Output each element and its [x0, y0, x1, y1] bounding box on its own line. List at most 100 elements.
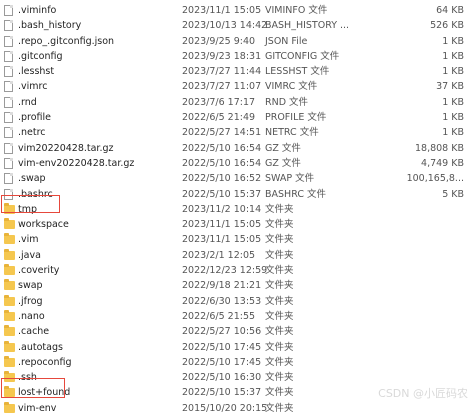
file-name: workspace [18, 219, 69, 231]
folder-row[interactable]: workspace 2023/11/1 15:05 文件夹 [0, 217, 474, 232]
file-row[interactable]: .vimrc 2023/7/27 11:07 VIMRC 文件 37 KB [0, 79, 474, 94]
file-type: VIMRC 文件 [265, 81, 318, 93]
folder-icon [4, 218, 15, 230]
file-name: .gitconfig [18, 50, 63, 62]
file-icon [4, 35, 13, 47]
folder-row[interactable]: .ssh 2022/5/10 16:30 文件夹 [0, 370, 474, 385]
folder-icon [4, 248, 15, 260]
file-size: 1 KB [442, 96, 464, 108]
folder-row[interactable]: vim-env 2015/10/20 20:15 文件夹 [0, 401, 474, 416]
date-modified: 2023/11/2 10:14 [182, 203, 262, 215]
date-modified: 2023/11/1 15:05 [182, 5, 262, 16]
file-list: .viminfo 2023/11/1 15:05 VIMINFO 文件 64 KB .b… [0, 3, 474, 416]
file-type: 文件夹 [265, 402, 294, 414]
file-name: .autotags [18, 341, 63, 353]
file-icon [4, 112, 13, 124]
date-modified: 2022/5/27 10:56 [182, 326, 262, 338]
file-name: .repo_.gitconfig.json [18, 35, 115, 47]
file-size: 1 KB [442, 127, 464, 139]
highlight-vim-env-folder [1, 378, 65, 398]
file-row[interactable]: .profile 2022/6/5 21:49 PROFILE 文件 1 KB [0, 110, 474, 125]
file-size: 1 KB [442, 112, 464, 124]
file-icon [4, 50, 13, 62]
date-modified: 2022/5/10 17:45 [182, 341, 262, 353]
date-modified: 2023/7/27 11:44 [182, 66, 262, 78]
file-row[interactable]: .bash_history 2023/10/13 14:42 BASH_HISTOR… [0, 18, 474, 33]
file-name: .swap [18, 173, 46, 185]
file-type: GZ 文件 [265, 157, 301, 169]
date-modified: 2015/10/20 20:15 [182, 402, 268, 414]
file-name: .viminfo [18, 5, 57, 16]
date-modified: 2023/2/1 12:05 [182, 249, 256, 261]
file-name: vim-env20220428.tar.gz [18, 157, 135, 169]
file-size: 5 KB [442, 188, 464, 200]
date-modified: 2023/9/23 18:31 [182, 50, 262, 62]
file-size: 64 KB [436, 5, 464, 16]
date-modified: 2022/6/5 21:55 [182, 310, 256, 322]
file-row[interactable]: .gitconfig 2023/9/23 18:31 GITCONFIG 文件 1 K… [0, 49, 474, 64]
folder-row[interactable]: swap 2022/9/18 21:21 文件夹 [0, 278, 474, 293]
folder-icon [4, 279, 15, 291]
date-modified: 2022/5/10 15:37 [182, 387, 262, 399]
date-modified: 2022/5/10 15:37 [182, 188, 262, 200]
date-modified: 2023/7/6 17:17 [182, 96, 256, 108]
date-modified: 2022/9/18 21:21 [182, 280, 262, 292]
file-type: RND 文件 [265, 96, 309, 108]
file-size: 526 KB [430, 20, 464, 32]
date-modified: 2022/12/23 12:59 [182, 265, 268, 277]
folder-icon [4, 309, 15, 321]
file-row[interactable]: .rnd 2023/7/6 17:17 RND 文件 1 KB [0, 95, 474, 110]
file-type: SWAP 文件 [265, 173, 315, 185]
date-modified: 2022/5/10 16:54 [182, 157, 262, 169]
file-icon [4, 66, 13, 78]
file-row[interactable]: .swap 2022/5/10 16:52 SWAP 文件 100,165,8... [0, 171, 474, 186]
file-type: BASHRC 文件 [265, 188, 326, 200]
date-modified: 2023/10/13 14:42 [182, 20, 268, 32]
file-icon [4, 127, 13, 139]
file-type: 文件夹 [265, 295, 294, 307]
file-icon [4, 20, 13, 32]
file-name: .lesshst [18, 66, 55, 78]
file-type: 文件夹 [265, 356, 294, 368]
folder-row[interactable]: .repoconfig 2022/5/10 17:45 文件夹 [0, 355, 474, 370]
file-type: 文件夹 [265, 310, 294, 322]
highlight-vim-folder [1, 195, 60, 213]
file-row[interactable]: vim20220428.tar.gz 2022/5/10 16:54 GZ 文件 18… [0, 141, 474, 156]
watermark: CSDN @小匠码农 [378, 387, 468, 400]
file-row[interactable]: .bashrc 2022/5/10 15:37 BASHRC 文件 5 KB [0, 187, 474, 202]
folder-row[interactable]: .autotags 2022/5/10 17:45 文件夹 [0, 340, 474, 355]
file-type: 文件夹 [265, 219, 294, 231]
folder-row[interactable]: .java 2023/2/1 12:05 文件夹 [0, 248, 474, 263]
file-type: 文件夹 [265, 387, 294, 399]
file-type: 文件夹 [265, 341, 294, 353]
file-name: .repoconfig [18, 356, 72, 368]
file-row[interactable]: vim-env20220428.tar.gz 2022/5/10 16:54 GZ … [0, 156, 474, 171]
file-row[interactable]: .viminfo 2023/11/1 15:05 VIMINFO 文件 64 KB [0, 3, 474, 18]
file-type: BASH_HISTORY ... [265, 20, 350, 32]
date-modified: 2022/5/27 14:51 [182, 127, 262, 139]
folder-row[interactable]: .jfrog 2022/6/30 13:53 文件夹 [0, 294, 474, 309]
file-icon [4, 96, 13, 108]
file-type: GITCONFIG 文件 [265, 50, 340, 62]
folder-row[interactable]: .nano 2022/6/5 21:55 文件夹 [0, 309, 474, 324]
file-size: 100,165,8... [406, 173, 464, 185]
folder-icon [4, 325, 15, 337]
date-modified: 2022/5/10 16:52 [182, 173, 262, 185]
file-size: 1 KB [442, 50, 464, 62]
folder-row[interactable]: .cache 2022/5/27 10:56 文件夹 [0, 324, 474, 339]
file-row[interactable]: .repo_.gitconfig.json 2023/9/25 9:40 JSON … [0, 34, 474, 49]
date-modified: 2022/5/10 16:54 [182, 142, 262, 154]
file-row[interactable]: .lesshst 2023/7/27 11:44 LESSHST 文件 1 KB [0, 64, 474, 79]
file-type: 文件夹 [265, 265, 294, 277]
folder-row[interactable]: .coverity 2022/12/23 12:59 文件夹 [0, 263, 474, 278]
folder-icon [4, 294, 15, 306]
file-name: .java [18, 249, 41, 261]
folder-icon [4, 233, 15, 245]
folder-row[interactable]: .vim 2023/11/1 15:05 文件夹 [0, 232, 474, 247]
folder-row[interactable]: tmp 2023/11/2 10:14 文件夹 [0, 202, 474, 217]
file-type: JSON File [265, 35, 308, 47]
date-modified: 2022/5/10 17:45 [182, 356, 262, 368]
file-name: vim-env [18, 402, 57, 414]
file-row[interactable]: .netrc 2022/5/27 14:51 NETRC 文件 1 KB [0, 125, 474, 140]
file-icon [4, 5, 13, 16]
